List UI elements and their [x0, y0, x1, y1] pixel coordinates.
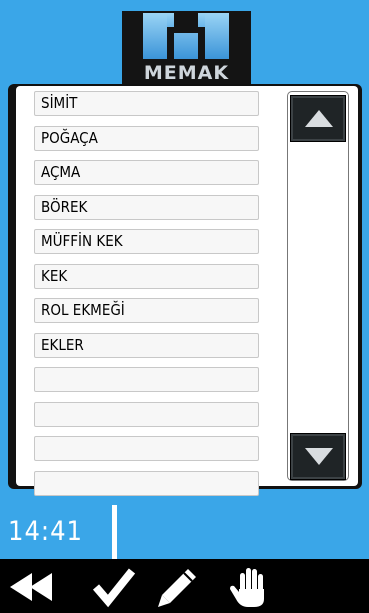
pencil-icon [158, 569, 196, 607]
scroll-up-button[interactable] [290, 95, 346, 142]
edit-button[interactable] [148, 565, 208, 609]
triangle-up-icon [305, 110, 333, 127]
logo-text: MEMAK [143, 62, 230, 84]
scroll-down-button[interactable] [290, 433, 346, 480]
list-item[interactable]: KEK [34, 263, 259, 289]
list-item[interactable] [34, 401, 259, 427]
list-item[interactable]: BÖREK [34, 194, 259, 220]
rewind-icon [10, 573, 52, 601]
list-item[interactable]: MÜFFİN KEK [34, 229, 259, 254]
triangle-down-icon [305, 448, 333, 465]
list-item[interactable]: POĞAÇA [34, 125, 259, 151]
list-item[interactable]: AÇMA [34, 160, 259, 185]
list-item[interactable] [34, 436, 259, 461]
hand-icon [230, 568, 264, 607]
clock-display: 14:41 [8, 516, 83, 547]
list-item[interactable]: SİMİT [34, 91, 259, 116]
logo-mark-left [143, 13, 167, 59]
logo-mark-bridge-right [198, 13, 205, 27]
back-button[interactable] [2, 565, 62, 609]
logo-mark-right [205, 13, 229, 59]
logo-mark-bridge-left [167, 13, 174, 27]
list-item[interactable] [34, 470, 259, 496]
check-icon [92, 568, 136, 608]
stop-button[interactable] [222, 565, 282, 609]
memak-logo: MEMAK [122, 11, 251, 84]
list-item[interactable]: ROL EKMEĞİ [34, 298, 259, 323]
list-item[interactable]: EKLER [34, 332, 259, 358]
logo-mark-cut [174, 13, 198, 33]
list-item[interactable] [34, 367, 259, 392]
screen: MEMAK SİMİT POĞAÇA AÇMA BÖREK MÜFFİN KEK… [0, 0, 369, 613]
status-divider [112, 505, 117, 559]
confirm-button[interactable] [84, 565, 144, 609]
scrollbar-track[interactable] [287, 91, 349, 481]
